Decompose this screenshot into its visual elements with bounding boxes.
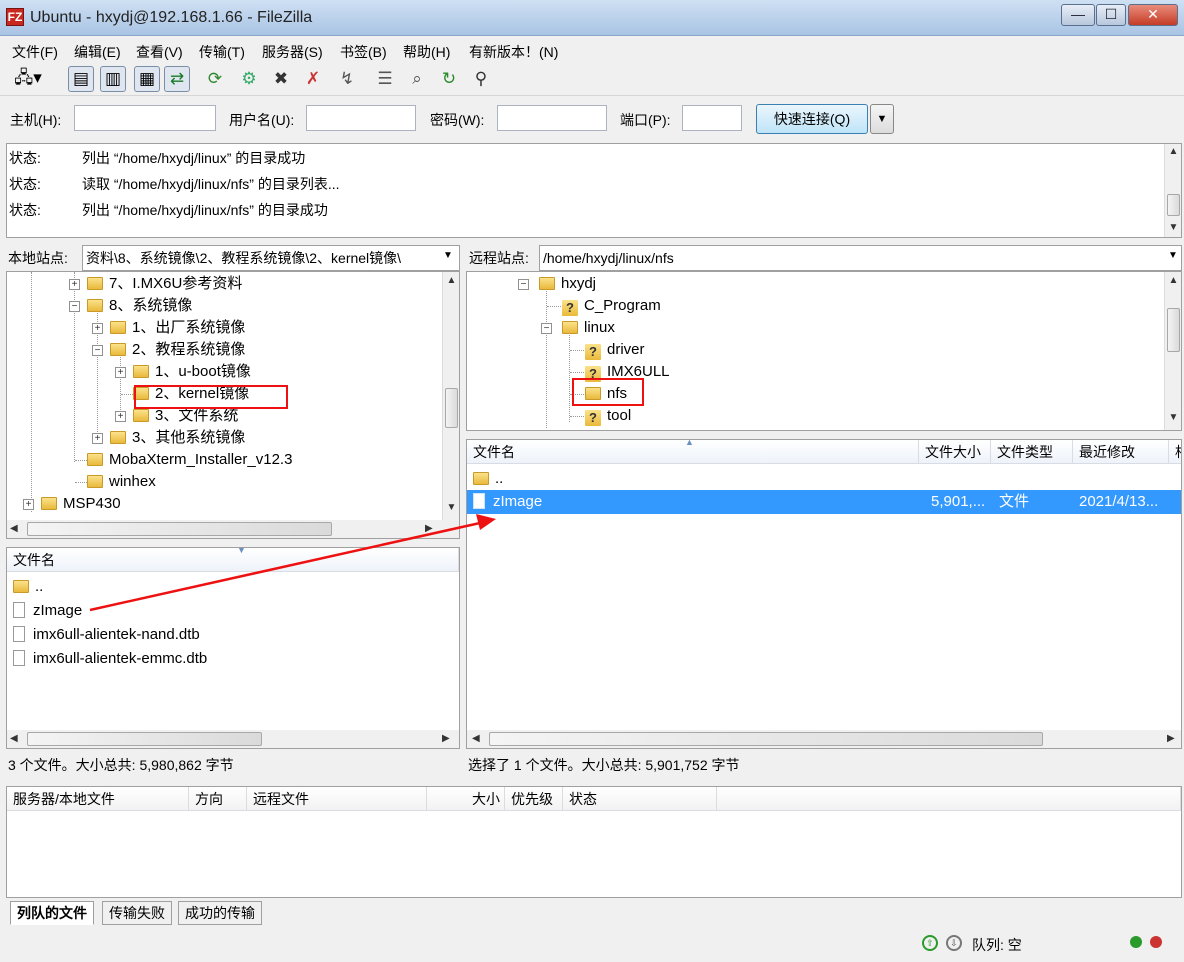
queue-col-priority[interactable]: 优先级 <box>505 787 563 811</box>
transfer-queue: 服务器/本地文件 方向 远程文件 大小 优先级 状态 <box>6 786 1182 898</box>
queue-col-remote-file[interactable]: 远程文件 <box>247 787 427 811</box>
queue-status-text: 队列: 空 <box>972 937 1022 953</box>
queue-col-server-local[interactable]: 服务器/本地文件 <box>7 787 189 811</box>
activity-indicator-icon <box>1150 936 1162 948</box>
upload-indicator-icon: ⇧ <box>922 935 938 951</box>
connected-indicator-icon <box>1130 936 1142 948</box>
queue-col-status[interactable]: 状态 <box>563 787 717 811</box>
queue-col-direction[interactable]: 方向 <box>189 787 247 811</box>
tab-failed-transfers[interactable]: 传输失败 <box>102 901 172 925</box>
queue-col-size[interactable]: 大小 <box>427 787 505 811</box>
download-indicator-icon: ⇩ <box>946 935 962 951</box>
tab-successful-transfers[interactable]: 成功的传输 <box>178 901 262 925</box>
queue-col-empty <box>717 787 1181 811</box>
tab-queued-files[interactable]: 列队的文件 <box>10 901 94 925</box>
